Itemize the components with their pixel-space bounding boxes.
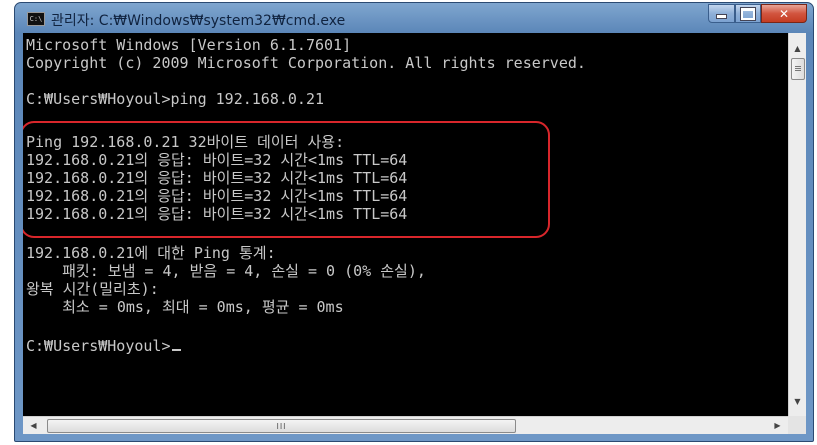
maximize-icon xyxy=(740,6,756,21)
minimize-button[interactable] xyxy=(708,4,735,23)
close-button[interactable]: ✕ xyxy=(761,4,807,23)
console-line: C:₩Users₩Hoyoul>ping 192.168.0.21 xyxy=(26,90,325,108)
cmd-app-icon[interactable]: C:\ xyxy=(27,12,45,26)
horizontal-scroll-thumb[interactable]: III xyxy=(47,419,516,433)
highlight-annotation xyxy=(23,121,550,238)
console-line: 최소 = 0ms, 최대 = 0ms, 평균 = 0ms xyxy=(26,298,344,316)
thumb-grip: III xyxy=(276,421,287,431)
scroll-down-icon[interactable]: ▼ xyxy=(789,393,806,410)
console-prompt-line: C:₩Users₩Hoyoul> xyxy=(26,337,181,355)
cmd-icon-label: C:\ xyxy=(29,15,43,23)
thumb-grip xyxy=(795,66,801,67)
window-controls: ✕ xyxy=(708,4,807,24)
scroll-left-icon[interactable]: ◀ xyxy=(25,417,42,434)
console-line: Copyright (c) 2009 Microsoft Corporation… xyxy=(26,54,586,72)
thumb-grip xyxy=(795,70,801,71)
window-title: 관리자: C:₩Windows₩system32₩cmd.exe xyxy=(51,13,346,29)
vertical-scroll-thumb[interactable] xyxy=(791,58,805,80)
minimize-icon xyxy=(716,14,727,19)
console-prompt: C:₩Users₩Hoyoul> xyxy=(26,337,171,355)
console-line: 왕복 시간(밀리초): xyxy=(26,280,159,298)
title-bar[interactable]: C:\ 관리자: C:₩Windows₩system32₩cmd.exe ✕ xyxy=(15,3,813,33)
maximize-button[interactable] xyxy=(735,4,761,23)
console-line: 192.168.0.21에 대한 Ping 통계: xyxy=(26,244,276,262)
scroll-up-icon[interactable]: ▲ xyxy=(789,40,806,57)
scrollbar-corner xyxy=(788,416,806,434)
console-line: 패킷: 보냄 = 4, 받음 = 4, 손실 = 0 (0% 손실), xyxy=(26,262,426,280)
console-output[interactable]: Microsoft Windows [Version 6.1.7601] Cop… xyxy=(23,33,788,416)
close-icon: ✕ xyxy=(778,6,790,21)
scroll-right-icon[interactable]: ▶ xyxy=(769,417,786,434)
thumb-grip xyxy=(795,68,801,69)
text-cursor xyxy=(171,349,181,351)
horizontal-scrollbar[interactable]: ◀ III ▶ xyxy=(23,416,788,434)
vertical-scrollbar[interactable]: ▲ ▼ xyxy=(788,33,806,416)
cmd-window: C:\ 관리자: C:₩Windows₩system32₩cmd.exe ✕ M… xyxy=(14,2,814,442)
console-line: Microsoft Windows [Version 6.1.7601] xyxy=(26,36,352,54)
